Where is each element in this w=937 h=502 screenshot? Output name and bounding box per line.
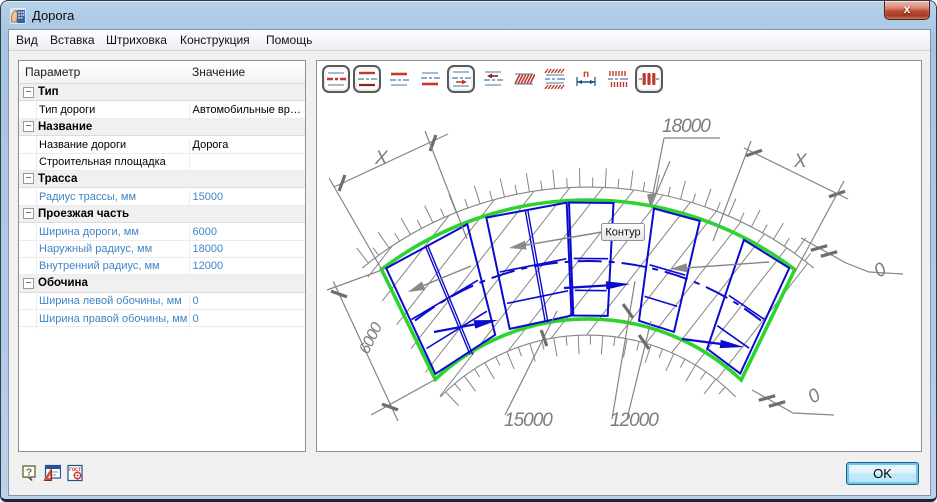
svg-text:Контур: Контур xyxy=(605,227,640,239)
svg-text:6000: 6000 xyxy=(356,320,386,357)
svg-text:12000: 12000 xyxy=(610,410,659,431)
svg-text:15000: 15000 xyxy=(504,410,553,431)
svg-text:18000: 18000 xyxy=(662,116,711,137)
svg-text:X: X xyxy=(374,148,389,169)
svg-text:0: 0 xyxy=(804,385,825,409)
svg-text:n: n xyxy=(583,69,589,80)
svg-text:?: ? xyxy=(26,468,32,479)
svg-text:X: X xyxy=(793,151,808,172)
svg-text:0: 0 xyxy=(870,259,891,283)
